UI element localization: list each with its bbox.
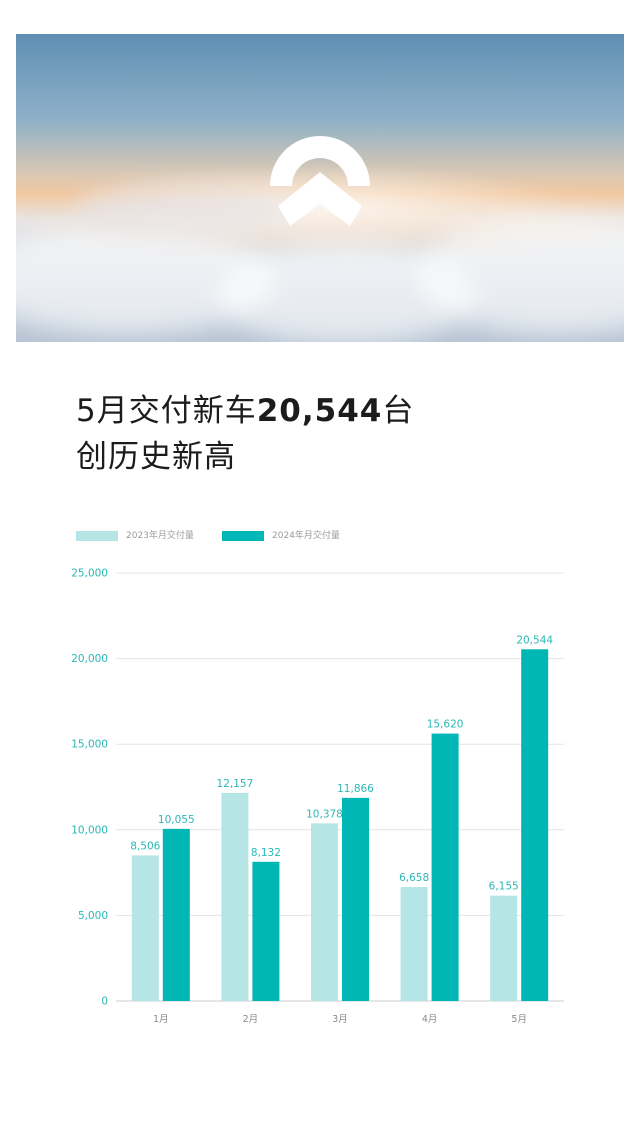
data-label: 6,658 (399, 872, 429, 884)
data-label: 6,155 (489, 881, 519, 893)
bar-2023 (131, 855, 159, 1001)
x-tick-label: 1月 (153, 1014, 169, 1025)
y-tick-label: 0 (101, 996, 108, 1008)
y-tick-label: 10,000 (71, 824, 108, 836)
bar-2023 (490, 895, 518, 1001)
bar-2024 (252, 861, 280, 1001)
y-tick-label: 5,000 (78, 910, 108, 922)
data-label: 11,866 (337, 783, 374, 795)
data-label: 10,055 (158, 814, 195, 826)
x-tick-label: 2月 (243, 1014, 259, 1025)
y-tick-label: 15,000 (71, 739, 108, 751)
bar-2024 (431, 733, 459, 1001)
bar-2024 (162, 828, 190, 1001)
x-tick-label: 3月 (332, 1014, 348, 1025)
bar-2023 (311, 823, 338, 1001)
bar-2024 (342, 797, 369, 1001)
data-label: 20,544 (516, 634, 553, 646)
data-label: 12,157 (217, 778, 254, 790)
data-label: 8,506 (130, 840, 160, 852)
y-tick-label: 20,000 (71, 653, 108, 665)
bar-2024 (521, 649, 549, 1001)
x-tick-label: 5月 (511, 1014, 527, 1025)
data-label: 10,378 (306, 808, 343, 820)
bar-2023 (221, 792, 249, 1001)
y-tick-label: 25,000 (71, 568, 108, 580)
x-tick-label: 4月 (422, 1014, 438, 1025)
data-label: 15,620 (427, 719, 464, 731)
data-label: 8,132 (251, 847, 281, 859)
bar-2023 (400, 887, 428, 1001)
bar-chart: 0 5,000 10,000 15,000 20,000 25,000 8,506 10,05… (71, 568, 564, 1025)
